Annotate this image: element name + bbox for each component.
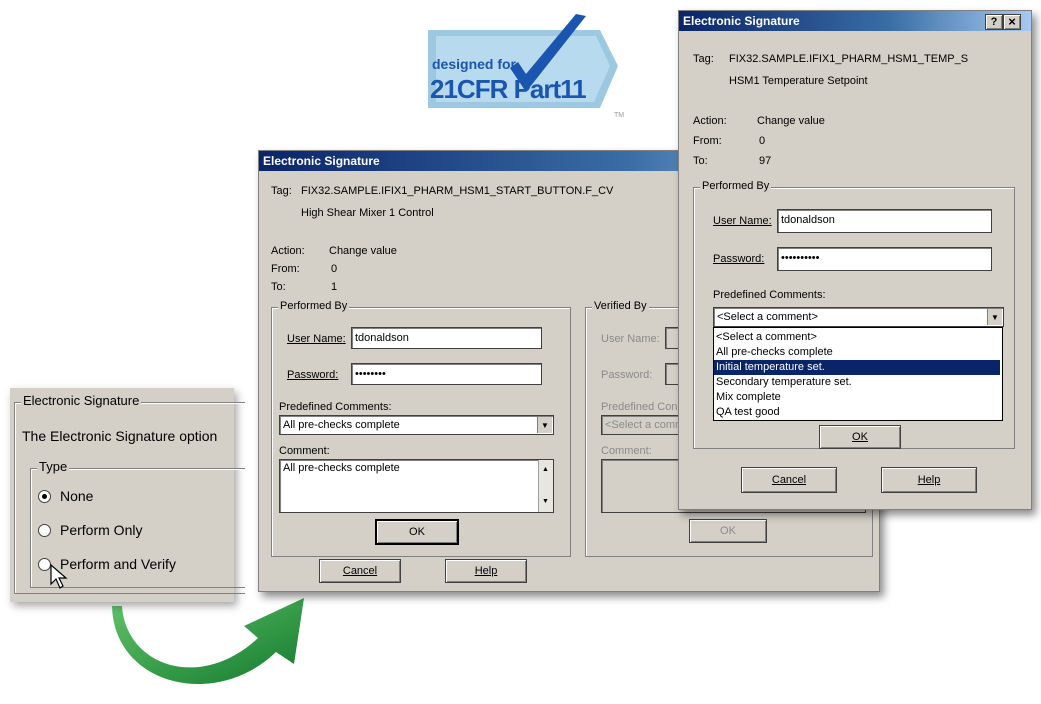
to-label: To: [271, 281, 286, 293]
performed-by-title: Performed By [700, 180, 772, 192]
password-field[interactable]: •••••••• [351, 363, 542, 385]
tag-label: Tag: [693, 53, 714, 65]
tag-description: HSM1 Temperature Setpoint [729, 75, 868, 87]
logo-line2: 21CFR Part11 [430, 74, 587, 104]
mouse-cursor-icon [50, 564, 68, 589]
ok-label: OK [852, 431, 868, 443]
predefined-comments-select[interactable]: All pre-checks complete ▼ [279, 415, 554, 435]
from-label: From: [693, 135, 722, 147]
tag-value: FIX32.SAMPLE.IFIX1_PHARM_HSM1_START_BUTT… [301, 185, 614, 197]
help-icon[interactable]: ? [985, 14, 1003, 30]
cancel-label: Cancel [771, 474, 807, 486]
radio-perform-only-label: Perform Only [60, 522, 143, 538]
cfr-logo: designed for 21CFR Part11 TM [418, 8, 628, 126]
action-label: Action: [271, 245, 305, 257]
comment-textarea[interactable]: All pre-checks complete ▲ ▼ [279, 459, 554, 513]
username-label: User Name: [713, 215, 772, 227]
action-value: Change value [329, 245, 397, 257]
action-value: Change value [757, 115, 825, 127]
dropdown-item[interactable]: QA test good [716, 405, 998, 420]
verified-by-title: Verified By [592, 300, 649, 312]
username-field[interactable]: tdonaldson [777, 209, 992, 233]
from-label: From: [271, 263, 300, 275]
predefined-comments-label: Predefined Comments: [279, 401, 392, 413]
predefined-comments-label: Predefined Comments: [713, 289, 826, 301]
tag-description: High Shear Mixer 1 Control [301, 207, 434, 219]
ok-button[interactable]: OK [819, 425, 901, 449]
verify-comment-label: Comment: [601, 445, 652, 457]
username-label: User Name: [287, 333, 346, 345]
dropdown-item[interactable]: All pre-checks complete [716, 345, 998, 360]
radio-none-label: None [60, 488, 94, 504]
help-label: Help [917, 474, 941, 486]
predefined-comments-value: <Select a comment> [717, 311, 818, 323]
dropdown-item[interactable]: <Select a comment> [716, 330, 998, 345]
scrollbar[interactable]: ▲ ▼ [538, 460, 553, 512]
ok-button[interactable]: OK [375, 519, 459, 545]
cancel-button[interactable]: Cancel [319, 559, 401, 583]
to-value: 97 [759, 155, 772, 167]
dialog-title: Electronic Signature [679, 11, 1031, 31]
signature-options-panel: Electronic Signature The Electronic Sign… [10, 388, 245, 602]
radio-perform-and-verify-label: Perform and Verify [60, 556, 176, 572]
scroll-down-icon[interactable]: ▼ [542, 494, 549, 510]
logo-tm: TM [614, 112, 625, 119]
predefined-comments-select[interactable]: <Select a comment> ▼ [713, 307, 1004, 327]
verify-password-label: Password: [601, 369, 653, 381]
from-value: 0 [331, 263, 338, 275]
temperature-signature-dialog: Electronic Signature ? × Tag: FIX32.SAMP… [678, 10, 1032, 510]
chevron-down-icon[interactable]: ▼ [537, 417, 552, 433]
type-group-title: Type [37, 459, 70, 474]
from-value: 0 [759, 135, 766, 147]
radio-selected-icon [38, 490, 51, 503]
to-value: 1 [331, 281, 338, 293]
predefined-comments-value: All pre-checks complete [283, 419, 400, 431]
cancel-label: Cancel [342, 565, 378, 577]
radio-icon [38, 524, 51, 537]
performed-by-title: Performed By [278, 300, 350, 312]
comment-value: All pre-checks complete [283, 462, 400, 474]
comments-dropdown-list: <Select a comment> All pre-checks comple… [713, 327, 1003, 421]
dropdown-item[interactable]: Secondary temperature set. [716, 375, 998, 390]
help-button[interactable]: Help [881, 467, 977, 493]
password-label: Password: [713, 253, 765, 265]
verify-comments-label: Predefined Con [601, 401, 678, 413]
logo-line1: designed for [432, 56, 517, 72]
verify-ok-button: OK [689, 519, 767, 543]
tag-label: Tag: [271, 185, 292, 197]
help-button[interactable]: Help [445, 559, 527, 583]
username-field[interactable]: tdonaldson [351, 327, 542, 349]
password-label: Password: [287, 369, 339, 381]
dropdown-item[interactable]: Mix complete [716, 390, 998, 405]
close-icon[interactable]: × [1003, 14, 1021, 30]
password-field[interactable]: •••••••••• [777, 247, 992, 271]
electronic-signature-group-title: Electronic Signature [21, 393, 142, 408]
verify-username-label: User Name: [601, 333, 660, 345]
to-label: To: [693, 155, 708, 167]
scroll-up-icon[interactable]: ▲ [542, 462, 549, 478]
tag-value: FIX32.SAMPLE.IFIX1_PHARM_HSM1_TEMP_S [729, 53, 969, 65]
chevron-down-icon[interactable]: ▼ [987, 309, 1002, 325]
comment-label: Comment: [279, 445, 330, 457]
cancel-button[interactable]: Cancel [741, 467, 837, 493]
signature-description: The Electronic Signature option [22, 428, 218, 444]
action-label: Action: [693, 115, 727, 127]
dropdown-item-highlighted[interactable]: Initial temperature set. [714, 360, 1000, 375]
help-label: Help [474, 565, 498, 577]
